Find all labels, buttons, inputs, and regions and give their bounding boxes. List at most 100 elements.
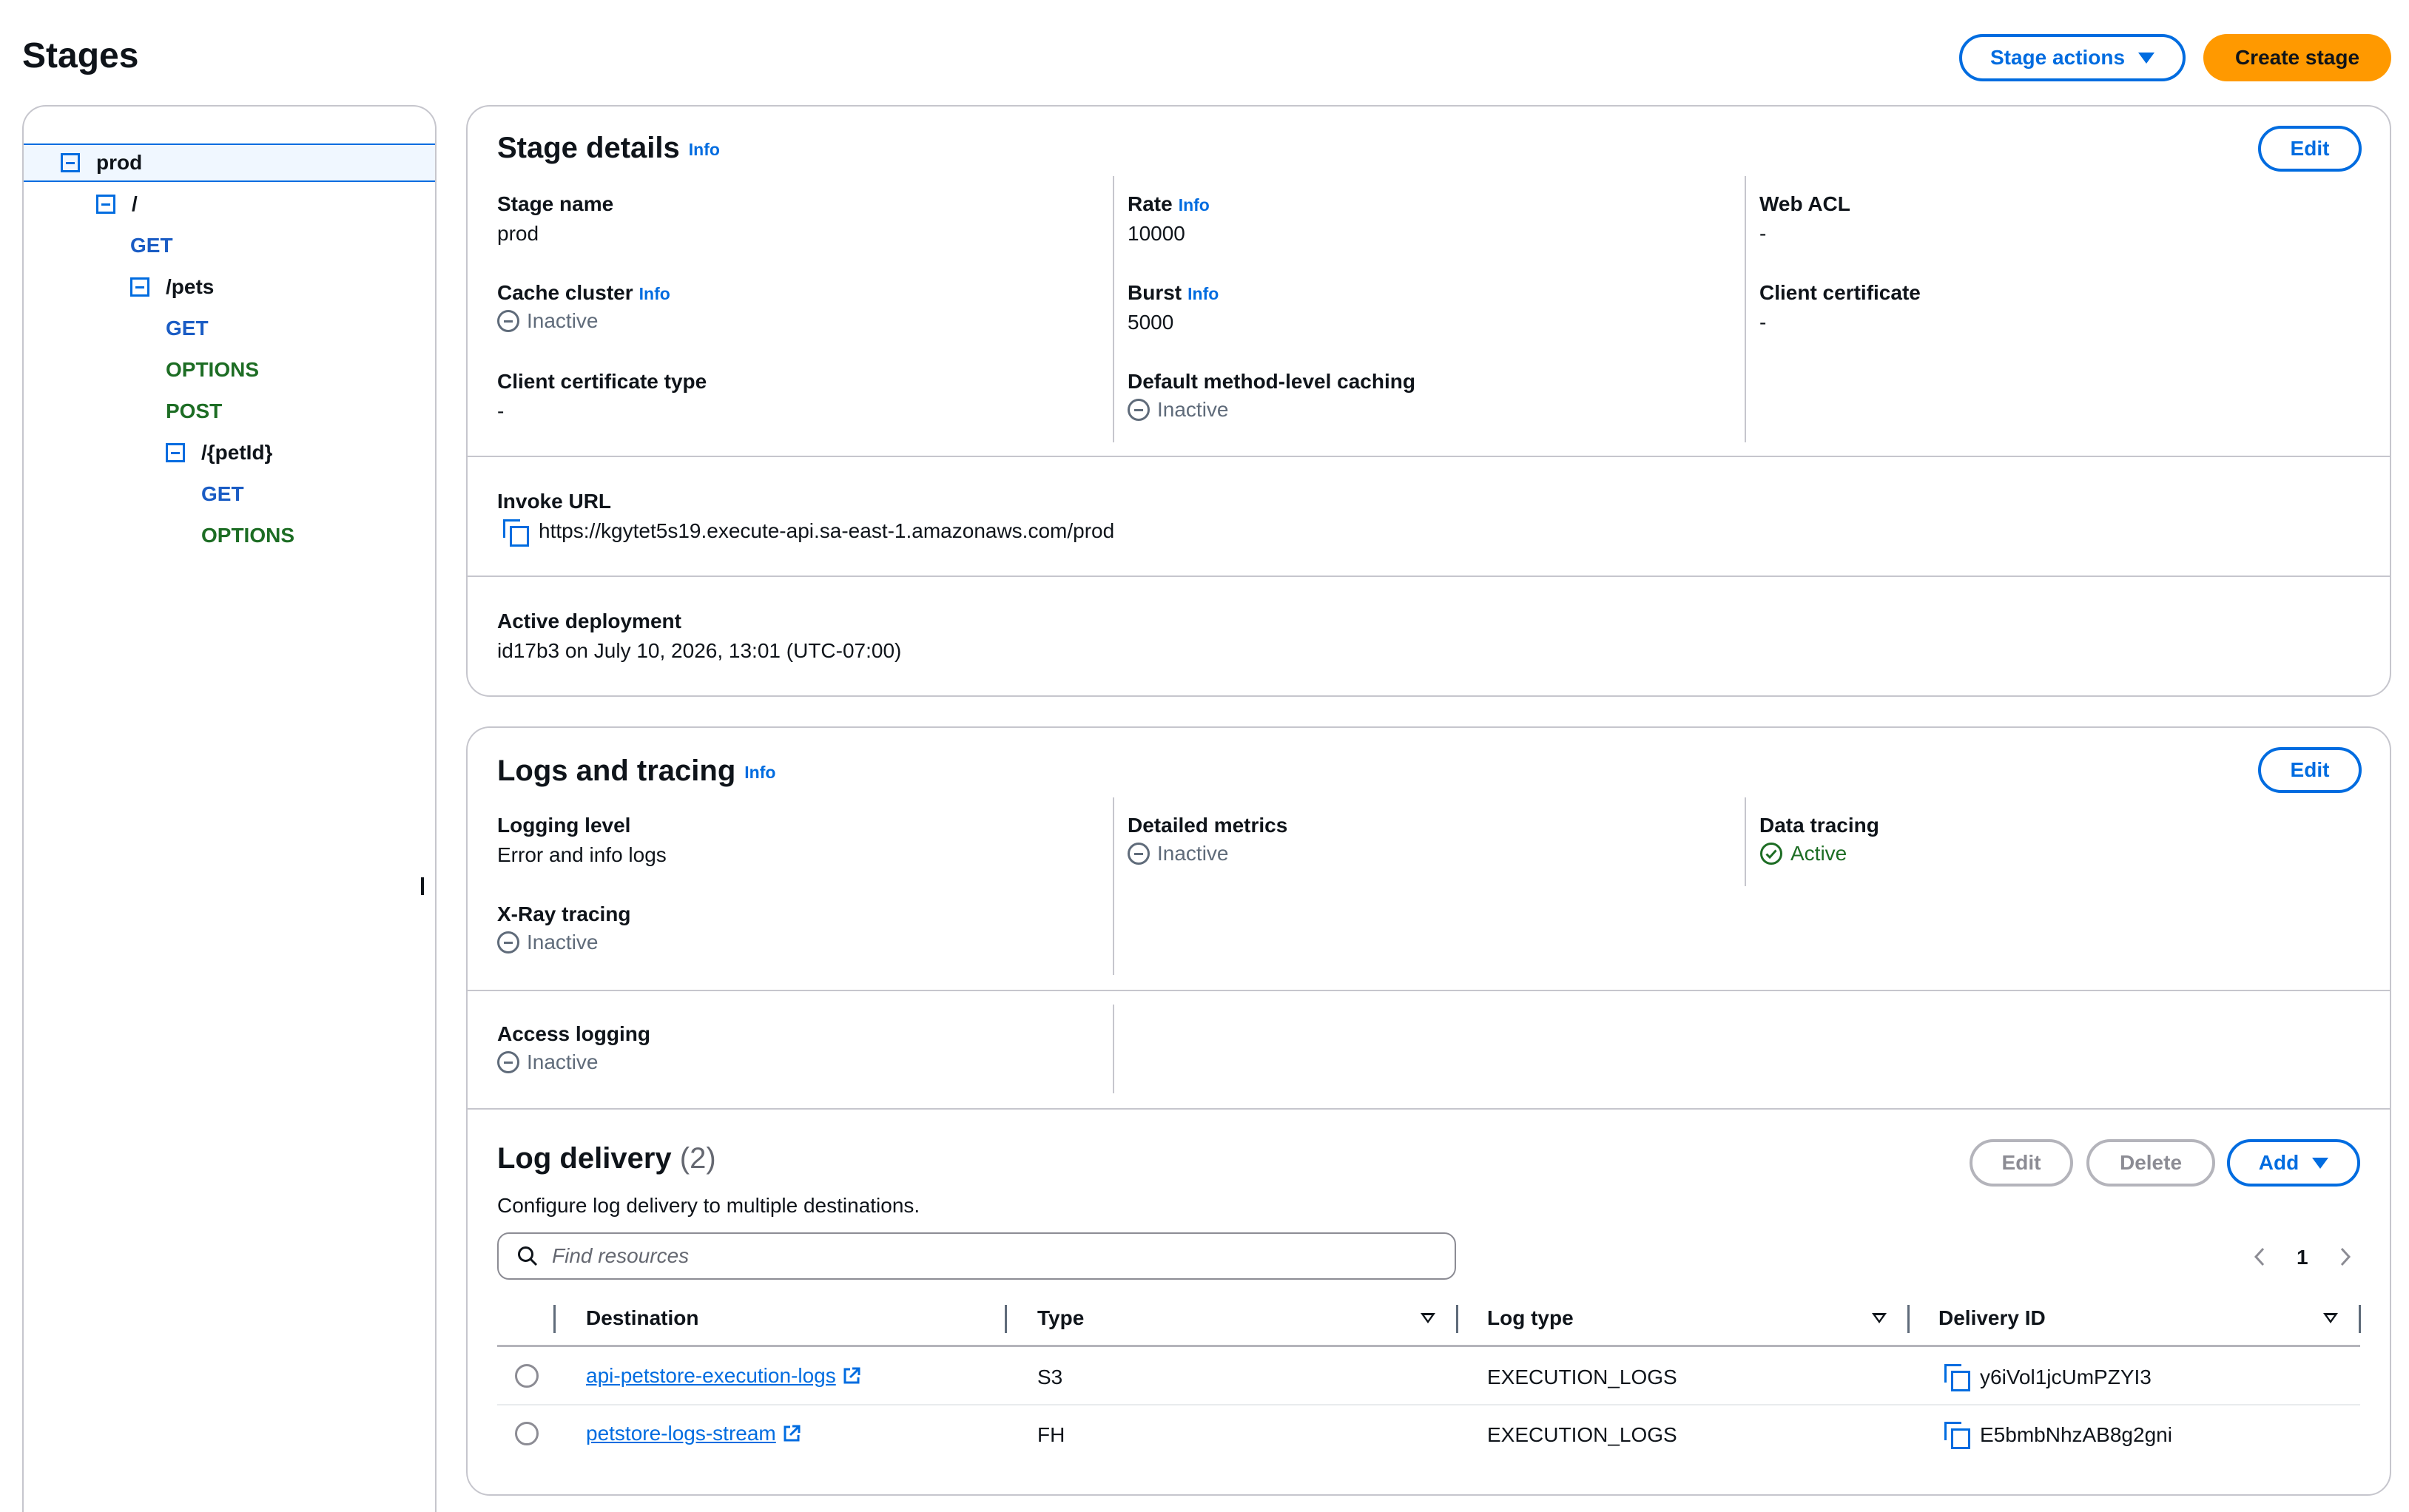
- stage-details-edit-button[interactable]: Edit: [2258, 126, 2362, 172]
- sort-icon[interactable]: [1421, 1313, 1435, 1323]
- panel-resize-handle[interactable]: [421, 877, 424, 895]
- field-label-text: Burst: [1128, 281, 1182, 304]
- column-divider: [1113, 1005, 1114, 1093]
- add-label: Add: [2258, 1151, 2300, 1174]
- delivery-id-cell: y6iVol1jcUmPZYI3: [1980, 1366, 2152, 1388]
- column-divider[interactable]: [1907, 1305, 1910, 1333]
- access-logging-status: Inactive: [497, 1050, 599, 1074]
- row-select-radio[interactable]: [515, 1422, 539, 1445]
- tree-node-label: /{petId}: [201, 441, 273, 464]
- tree-node-root-resource[interactable]: /: [96, 185, 138, 223]
- default-caching-status: Inactive: [1128, 398, 1229, 422]
- pagination-page[interactable]: 1: [2297, 1246, 2308, 1269]
- client-certificate-type-label: Client certificate type: [497, 370, 707, 393]
- status-text: Inactive: [527, 1050, 599, 1073]
- stage-details-title: Stage details Info: [497, 132, 720, 165]
- destination-link[interactable]: petstore-logs-stream: [586, 1422, 801, 1445]
- stage-actions-label: Stage actions: [1989, 46, 2126, 69]
- column-divider[interactable]: [1005, 1305, 1007, 1333]
- search-field[interactable]: [497, 1232, 1456, 1280]
- log-delivery-delete-button[interactable]: Delete: [2086, 1139, 2215, 1187]
- tree-node-prod[interactable]: prod: [61, 144, 142, 182]
- destination-text: petstore-logs-stream: [586, 1422, 776, 1445]
- collapse-icon[interactable]: [130, 277, 149, 297]
- info-link[interactable]: Info: [1187, 284, 1219, 303]
- column-divider: [553, 1305, 556, 1333]
- access-logging-label: Access logging: [497, 1022, 650, 1045]
- chevron-left-icon: [2254, 1247, 2265, 1266]
- method-label: POST: [166, 399, 223, 422]
- tree-method-get[interactable]: GET: [130, 226, 173, 265]
- column-divider[interactable]: [2359, 1305, 2361, 1333]
- create-stage-button[interactable]: Create stage: [2203, 34, 2391, 81]
- log-delivery-title: Log delivery (2): [497, 1142, 716, 1175]
- rate-label: Rate Info: [1128, 192, 1210, 216]
- tree-method-options[interactable]: OPTIONS: [201, 516, 294, 555]
- column-header-destination[interactable]: Destination: [586, 1306, 698, 1330]
- pagination-prev[interactable]: [2252, 1246, 2267, 1273]
- column-divider[interactable]: [1456, 1305, 1458, 1333]
- collapse-icon[interactable]: [166, 443, 185, 462]
- sort-icon[interactable]: [2323, 1313, 2338, 1323]
- search-icon: [518, 1246, 538, 1266]
- stage-actions-button[interactable]: Stage actions: [1959, 34, 2186, 81]
- logs-tracing-title: Logs and tracing Info: [497, 755, 775, 788]
- info-link[interactable]: Info: [744, 763, 775, 782]
- method-label: GET: [201, 482, 244, 505]
- info-link[interactable]: Info: [689, 140, 720, 159]
- column-header-log-type[interactable]: Log type: [1487, 1306, 1574, 1330]
- card-title-text: Logs and tracing: [497, 755, 736, 787]
- collapse-icon[interactable]: [96, 195, 115, 214]
- logging-level-value: Error and info logs: [497, 843, 667, 866]
- type-cell: FH: [1037, 1423, 1065, 1446]
- data-tracing-status: Active: [1759, 842, 1847, 865]
- tree-node-petid[interactable]: /{petId}: [166, 433, 272, 472]
- type-cell: S3: [1037, 1366, 1063, 1388]
- copy-icon[interactable]: [1944, 1364, 1970, 1391]
- log-delivery-edit-button[interactable]: Edit: [1970, 1139, 2073, 1187]
- log-type-cell: EXECUTION_LOGS: [1487, 1423, 1677, 1446]
- copy-icon[interactable]: [503, 519, 529, 547]
- tree-node-label: /pets: [166, 275, 215, 298]
- check-circle-icon: [1760, 843, 1782, 865]
- sort-icon[interactable]: [1872, 1313, 1887, 1323]
- field-label-text: Cache cluster: [497, 281, 633, 304]
- field-label-text: Rate: [1128, 192, 1173, 215]
- external-link-icon: [843, 1367, 860, 1384]
- inactive-icon: [497, 1051, 519, 1073]
- status-text: Inactive: [1157, 398, 1229, 421]
- delivery-id-cell: E5bmbNhzAB8g2gni: [1980, 1423, 2172, 1446]
- status-text: Inactive: [1157, 842, 1229, 865]
- info-link[interactable]: Info: [1179, 195, 1210, 215]
- burst-value: 5000: [1128, 311, 1174, 334]
- logs-edit-button[interactable]: Edit: [2258, 747, 2362, 793]
- tree-node-label: /: [132, 192, 138, 215]
- log-delivery-add-button[interactable]: Add: [2227, 1139, 2360, 1187]
- caret-down-icon: [2312, 1157, 2329, 1169]
- copy-icon[interactable]: [1944, 1422, 1970, 1449]
- caret-down-icon: [2138, 52, 2155, 64]
- section-divider: [468, 990, 2390, 991]
- method-label: OPTIONS: [166, 358, 260, 381]
- section-divider: [468, 1108, 2390, 1110]
- info-link[interactable]: Info: [639, 284, 670, 303]
- invoke-url-label: Invoke URL: [497, 490, 612, 513]
- stage-name-label: Stage name: [497, 192, 614, 215]
- tree-node-pets[interactable]: /pets: [130, 268, 214, 306]
- tree-method-get[interactable]: GET: [201, 475, 244, 513]
- default-caching-label: Default method-level caching: [1128, 370, 1415, 393]
- destination-link[interactable]: api-petstore-execution-logs: [586, 1364, 861, 1388]
- column-header-delivery-id[interactable]: Delivery ID: [1938, 1306, 2046, 1330]
- row-select-radio[interactable]: [515, 1364, 539, 1388]
- row-divider: [497, 1404, 2360, 1405]
- log-delivery-description: Configure log delivery to multiple desti…: [497, 1194, 920, 1217]
- pagination-next[interactable]: [2338, 1246, 2353, 1273]
- search-input[interactable]: [552, 1244, 1366, 1268]
- column-header-type[interactable]: Type: [1037, 1306, 1084, 1330]
- invoke-url-value: https://kgytet5s19.execute-api.sa-east-1…: [539, 519, 1115, 542]
- method-label: GET: [166, 317, 209, 340]
- tree-method-get[interactable]: GET: [166, 309, 209, 348]
- tree-method-post[interactable]: POST: [166, 392, 222, 431]
- collapse-icon[interactable]: [61, 153, 80, 172]
- tree-method-options[interactable]: OPTIONS: [166, 351, 259, 389]
